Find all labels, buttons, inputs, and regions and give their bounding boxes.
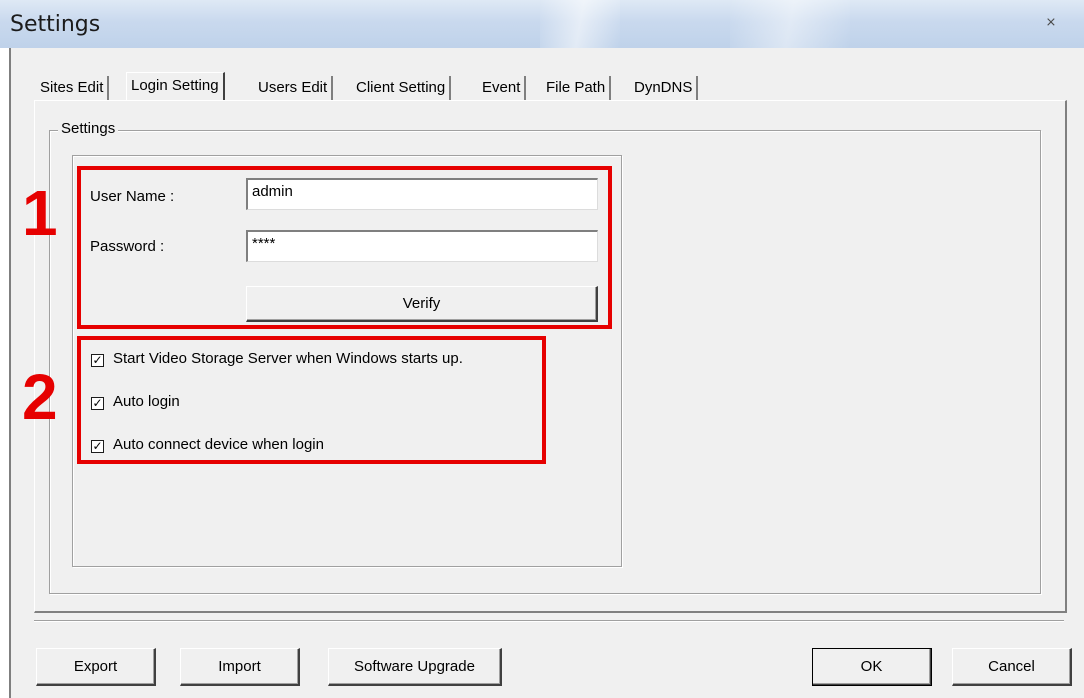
window-left-border — [9, 48, 11, 698]
tab-sites-edit[interactable]: Sites Edit — [36, 76, 110, 100]
title-bar-highlight — [730, 0, 850, 48]
title-bar[interactable]: Settings ⨯ — [0, 0, 1084, 48]
ok-button[interactable]: OK — [812, 648, 932, 686]
settings-window: Settings ⨯ Sites Edit Login Setting User… — [0, 0, 1084, 698]
tab-login-setting[interactable]: Login Setting — [126, 72, 225, 101]
tab-event[interactable]: Event — [478, 76, 527, 100]
tab-file-path[interactable]: File Path — [542, 76, 612, 100]
groupbox-label: Settings — [58, 120, 119, 137]
window-left-edge — [0, 48, 9, 698]
close-icon[interactable]: ⨯ — [1040, 14, 1062, 32]
annotation-box-1 — [77, 166, 612, 329]
tab-client-setting[interactable]: Client Setting — [352, 76, 452, 100]
annotation-number-2: 2 — [22, 361, 58, 433]
tab-users-edit[interactable]: Users Edit — [254, 76, 334, 100]
window-title: Settings — [10, 12, 101, 37]
cancel-button[interactable]: Cancel — [952, 648, 1072, 686]
title-bar-highlight — [540, 0, 620, 48]
import-button[interactable]: Import — [180, 648, 300, 686]
export-button[interactable]: Export — [36, 648, 156, 686]
software-upgrade-button[interactable]: Software Upgrade — [328, 648, 502, 686]
footer-divider — [34, 620, 1064, 622]
annotation-box-2 — [77, 336, 546, 464]
tab-dyndns[interactable]: DynDNS — [630, 76, 699, 100]
annotation-number-1: 1 — [22, 177, 58, 249]
